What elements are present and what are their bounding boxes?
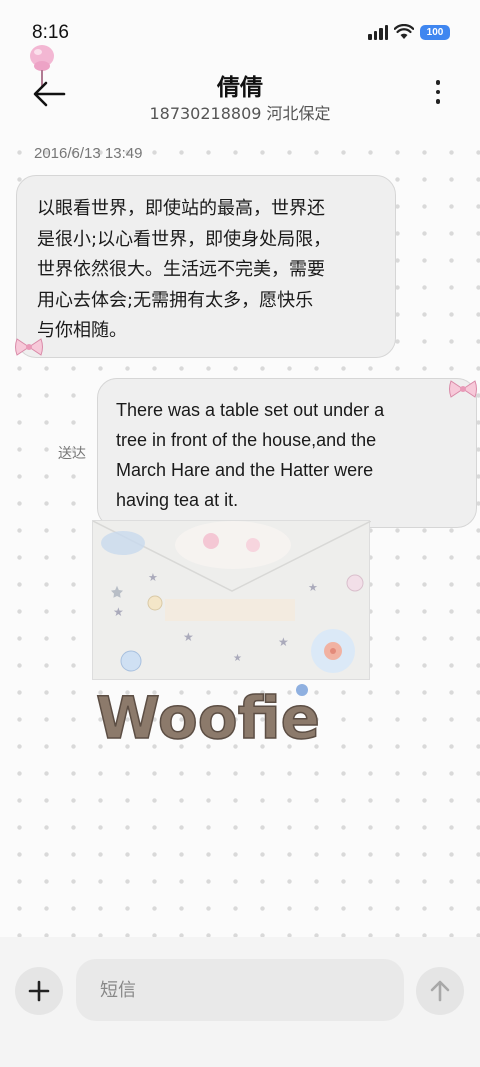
message-line: 是很小;以心看世界，即使身处局限， — [37, 228, 332, 250]
message-line: 世界依然很大。生活远不完美，需要 — [37, 259, 325, 280]
contact-name[interactable]: 倩倩 — [0, 68, 480, 102]
sticker-image[interactable]: ★ ★ ★ ★ ★ ★ Woofie — [92, 520, 372, 760]
svg-text:★: ★ — [308, 581, 318, 594]
message-line: March Hare and the Hatter were — [116, 460, 374, 480]
plus-icon — [28, 980, 50, 1002]
battery-level: 100 — [426, 26, 444, 38]
message-line: tree in front of the house,and the — [116, 430, 377, 450]
message-line: 与你相随。 — [37, 320, 127, 341]
svg-text:★: ★ — [183, 630, 194, 644]
message-input[interactable] — [76, 959, 404, 1021]
message-timestamp: 2016/6/13 13:49 — [34, 145, 143, 162]
svg-text:★: ★ — [148, 571, 158, 584]
conversation-header: 倩倩 18730218809 河北保定 — [0, 45, 480, 140]
message-line: There was a table set out under a — [116, 400, 385, 420]
status-bar: 8:16 100 — [0, 0, 480, 56]
more-options-icon[interactable] — [432, 80, 444, 110]
svg-text:★: ★ — [233, 653, 242, 664]
bow-decoration-icon — [449, 380, 477, 398]
message-line: having tea at it. — [116, 490, 239, 510]
svg-text:★: ★ — [113, 605, 124, 619]
outgoing-message-bubble[interactable]: There was a table set out under a tree i… — [97, 378, 477, 528]
status-time: 8:16 — [32, 22, 69, 43]
woofie-text-art-icon: Woofie — [95, 683, 320, 750]
envelope-label — [165, 599, 295, 621]
messaging-screen: 8:16 100 倩倩 18730218809 河北保定 2016/6/13 1… — [0, 0, 480, 1067]
message-input-bar — [0, 937, 480, 1067]
delivery-status: 送达 — [58, 446, 86, 462]
status-icons: 100 — [368, 24, 450, 40]
woofie-text: Woofie — [96, 684, 320, 750]
message-line: 以眼看世界，即使站的最高，世界还 — [37, 198, 325, 219]
contact-phone-location: 18730218809 河北保定 — [149, 104, 331, 123]
incoming-message-bubble[interactable]: 以眼看世界，即使站的最高，世界还 是很小;以心看世界，即使身处局限， 世界依然很… — [16, 175, 396, 358]
svg-text:★: ★ — [278, 635, 289, 649]
message-line: 用心去体会;无需拥有太多，愿快乐 — [37, 289, 314, 311]
signal-icon — [368, 24, 388, 40]
send-button[interactable] — [416, 967, 464, 1015]
battery-icon: 100 — [420, 24, 450, 40]
add-attachment-button[interactable] — [15, 967, 63, 1015]
arrow-up-icon — [430, 980, 450, 1002]
bow-decoration-icon — [15, 338, 43, 356]
envelope-decoration: ★ ★ ★ ★ ★ ★ — [92, 520, 371, 680]
wifi-icon — [394, 24, 414, 39]
